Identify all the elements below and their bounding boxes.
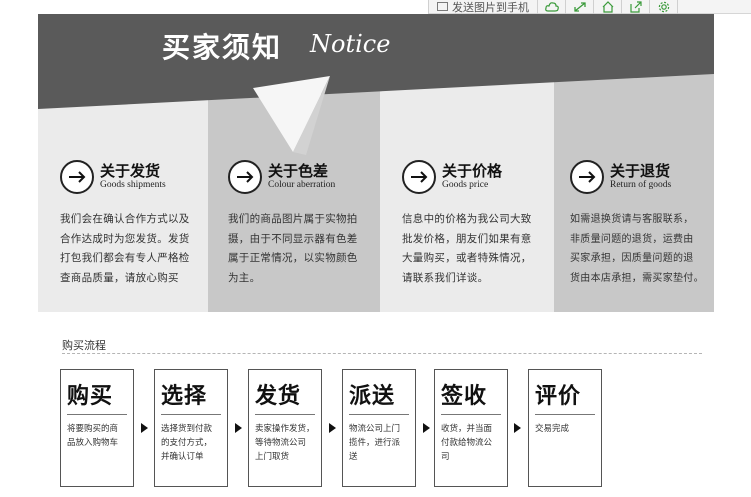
gear-icon bbox=[658, 1, 669, 12]
banner-title-en: Notice bbox=[310, 30, 391, 58]
process-step-review: 评价 交易完成 bbox=[528, 369, 602, 487]
process-step-sign: 签收 收货，并当面 付款给物流公 司 bbox=[434, 369, 508, 487]
arrow-right-icon bbox=[141, 423, 148, 433]
home-button[interactable] bbox=[594, 0, 622, 14]
step-title: 签收 bbox=[441, 384, 488, 409]
section-title: 关于发货 bbox=[100, 162, 161, 180]
step-description: 物流公司上门 揽件，进行派 送 bbox=[349, 422, 411, 464]
section-body: 信息中的价格为我公司大致 批发价格，朋友们如果有意 大量购买，或者特殊情况， 请… bbox=[402, 210, 552, 288]
notice-banner: 买家须知 Notice 关于发货 Goods shipments 我们会在确认合… bbox=[38, 14, 714, 312]
process-step-choose: 选择 选择货到付款 的支付方式， 并确认订单 bbox=[154, 369, 228, 487]
step-desc-line: 付款给物流公 bbox=[441, 438, 493, 448]
section-price: 关于价格 Goods price 信息中的价格为我公司大致 批发价格，朋友们如果… bbox=[402, 160, 552, 288]
step-description: 收货，并当面 付款给物流公 司 bbox=[441, 422, 503, 464]
expand-icon bbox=[573, 1, 586, 12]
step-rule bbox=[255, 414, 315, 415]
section-shipping: 关于发货 Goods shipments 我们会在确认合作方式以及 合作达成时为… bbox=[60, 160, 208, 288]
section-body: 如需退换货请与客服联系， 非质量问题的退货，运费由 买家承担，因质量问题的退 货… bbox=[570, 210, 712, 288]
cloud-button[interactable] bbox=[538, 0, 566, 14]
arrow-right-icon bbox=[423, 423, 430, 433]
banner-title: 买家须知 bbox=[162, 31, 283, 64]
step-desc-line: 将要购买的商 bbox=[67, 424, 119, 434]
step-desc-line: 物流公司上门 bbox=[349, 424, 401, 434]
process-step-deliver: 派送 物流公司上门 揽件，进行派 送 bbox=[342, 369, 416, 487]
section-subtitle: Goods price bbox=[442, 180, 489, 190]
step-title: 派送 bbox=[349, 384, 396, 409]
settings-button[interactable] bbox=[650, 0, 678, 14]
step-desc-line: 上门取货 bbox=[255, 452, 290, 462]
step-description: 卖家操作发货， 等待物流公司 上门取货 bbox=[255, 422, 317, 464]
step-rule bbox=[535, 414, 595, 415]
body-line: 信息中的价格为我公司大致 bbox=[402, 213, 532, 225]
step-rule bbox=[161, 414, 221, 415]
section-subtitle: Colour aberration bbox=[268, 180, 336, 190]
arrow-right-icon bbox=[329, 423, 336, 433]
step-desc-line: 品放入购物车 bbox=[67, 438, 119, 448]
step-description: 将要购买的商 品放入购物车 bbox=[67, 422, 129, 450]
step-desc-line: 选择货到付款 bbox=[161, 424, 213, 434]
body-line: 我们会在确认合作方式以及 bbox=[60, 213, 190, 225]
step-rule bbox=[67, 414, 127, 415]
section-title: 关于色差 bbox=[268, 162, 329, 180]
step-desc-line: 等待物流公司 bbox=[255, 438, 307, 448]
body-line: 买家承担，因质量问题的退 bbox=[570, 253, 694, 264]
section-subtitle: Return of goods bbox=[610, 180, 672, 190]
step-title: 选择 bbox=[161, 384, 208, 409]
body-line: 我们的商品图片属于实物拍 bbox=[228, 213, 358, 225]
send-image-to-phone-button[interactable]: 发送图片到手机 bbox=[428, 0, 538, 14]
body-line: 查商品质量，请放心购买 bbox=[60, 271, 179, 284]
body-line: 摄，由于不同显示器有色差 bbox=[228, 232, 358, 245]
expand-button[interactable] bbox=[566, 0, 594, 14]
section-color-aberration: 关于色差 Colour aberration 我们的商品图片属于实物拍 摄，由于… bbox=[228, 160, 378, 288]
body-line: 如需退换货请与客服联系， bbox=[570, 214, 694, 225]
arrow-right-icon bbox=[514, 423, 521, 433]
step-desc-line: 送 bbox=[349, 452, 358, 462]
step-desc-line: 揽件，进行派 bbox=[349, 438, 401, 448]
body-line: 属于正常情况，以实物颜色 bbox=[228, 252, 358, 264]
body-line: 合作达成时为您发货。发货 bbox=[60, 232, 190, 245]
step-desc-line: 卖家操作发货， bbox=[255, 424, 315, 434]
step-desc-line: 的支付方式， bbox=[161, 438, 213, 448]
step-rule bbox=[349, 414, 409, 415]
step-title: 购买 bbox=[67, 384, 114, 409]
section-title: 关于价格 bbox=[442, 162, 503, 180]
body-line: 打包我们都会有专人严格检 bbox=[60, 252, 190, 264]
send-image-to-phone-label: 发送图片到手机 bbox=[452, 0, 529, 14]
step-desc-line: 收货，并当面 bbox=[441, 424, 493, 434]
process-divider bbox=[62, 353, 702, 354]
body-line: 请联系我们详谈。 bbox=[402, 271, 489, 284]
section-returns: 关于退货 Return of goods 如需退换货请与客服联系， 非质量问题的… bbox=[570, 160, 712, 288]
share-button[interactable] bbox=[622, 0, 650, 14]
step-desc-line: 并确认订单 bbox=[161, 452, 204, 462]
browser-toolbar: 发送图片到手机 bbox=[428, 0, 751, 14]
process-step-ship: 发货 卖家操作发货， 等待物流公司 上门取货 bbox=[248, 369, 322, 487]
share-icon bbox=[629, 0, 642, 13]
body-line: 货由本店承担，需买家垫付。 bbox=[570, 272, 704, 284]
phone-icon bbox=[437, 2, 448, 11]
step-desc-line: 司 bbox=[441, 452, 450, 462]
body-line: 批发价格，朋友们如果有意 bbox=[402, 232, 532, 245]
section-body: 我们的商品图片属于实物拍 摄，由于不同显示器有色差 属于正常情况，以实物颜色 为… bbox=[228, 210, 378, 288]
arrow-circle-icon bbox=[570, 160, 604, 194]
body-line: 大量购买，或者特殊情况， bbox=[402, 252, 532, 264]
process-title: 购买流程 bbox=[62, 339, 106, 352]
process-step-buy: 购买 将要购买的商 品放入购物车 bbox=[60, 369, 134, 487]
arrow-circle-icon bbox=[60, 160, 94, 194]
body-line: 为主。 bbox=[228, 271, 261, 284]
step-title: 发货 bbox=[255, 384, 302, 409]
step-description: 交易完成 bbox=[535, 422, 597, 436]
section-subtitle: Goods shipments bbox=[100, 180, 166, 190]
section-title: 关于退货 bbox=[610, 162, 671, 180]
arrow-right-icon bbox=[235, 423, 242, 433]
body-line: 非质量问题的退货，运费由 bbox=[570, 233, 694, 245]
step-desc-line: 交易完成 bbox=[535, 424, 570, 434]
step-title: 评价 bbox=[535, 384, 582, 409]
home-icon bbox=[602, 0, 613, 13]
step-rule bbox=[441, 414, 501, 415]
step-description: 选择货到付款 的支付方式， 并确认订单 bbox=[161, 422, 223, 464]
section-body: 我们会在确认合作方式以及 合作达成时为您发货。发货 打包我们都会有专人严格检 查… bbox=[60, 210, 208, 288]
arrow-circle-icon bbox=[228, 160, 262, 194]
arrow-circle-icon bbox=[402, 160, 436, 194]
cloud-icon bbox=[544, 1, 559, 12]
